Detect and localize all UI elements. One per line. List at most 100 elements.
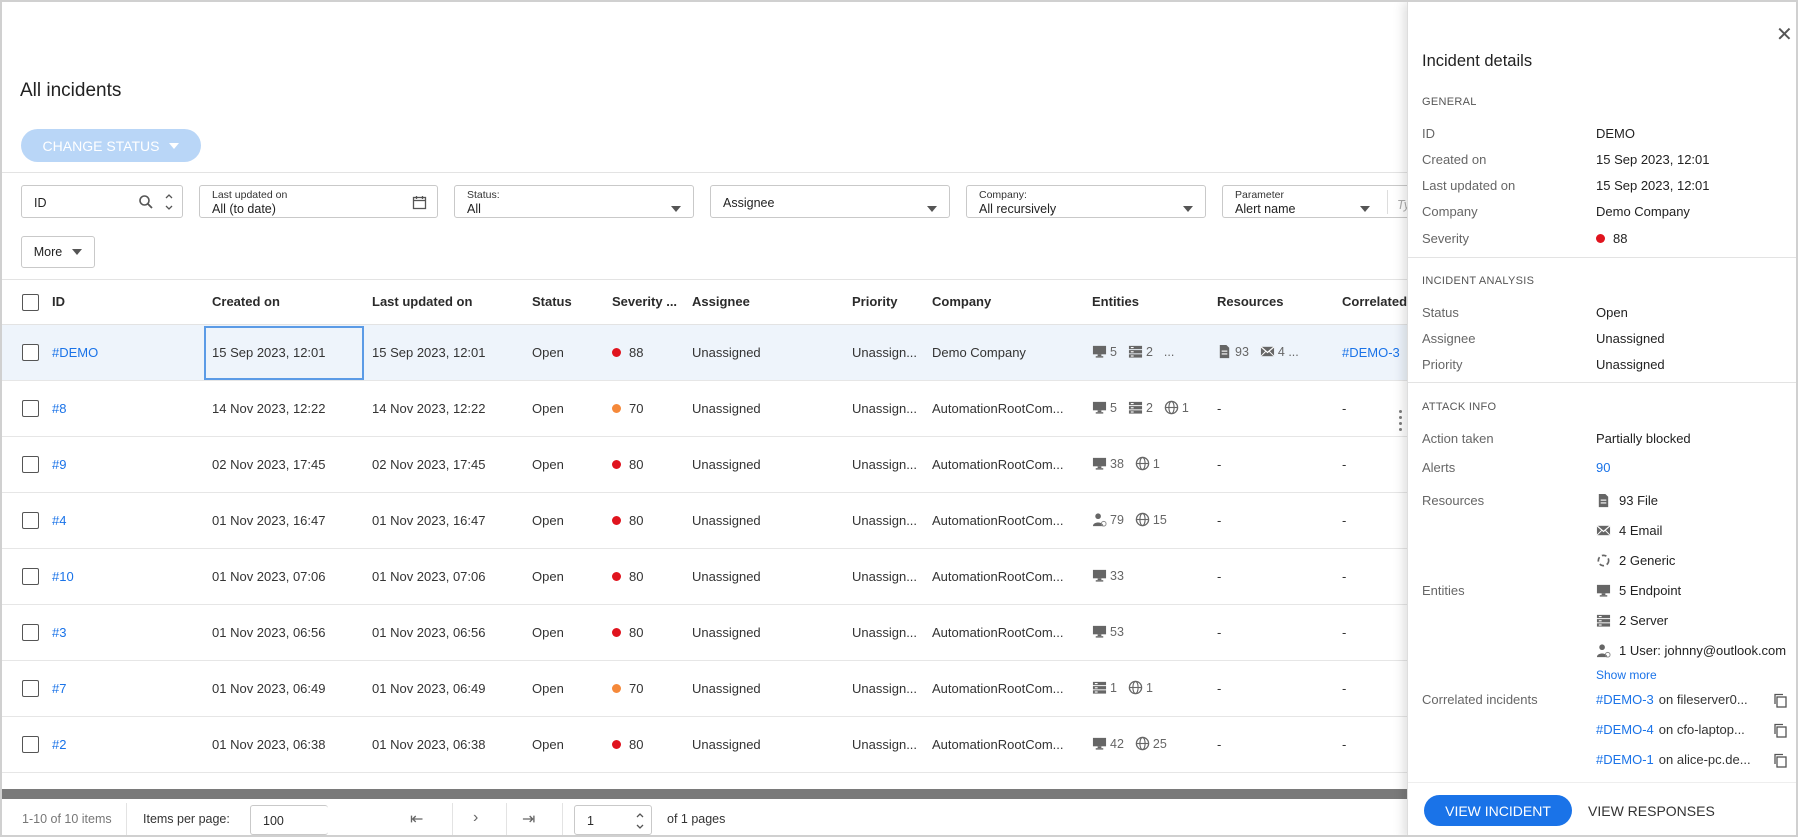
incident-id-link[interactable]: #4	[52, 513, 66, 528]
incident-id-link[interactable]: #7	[52, 681, 66, 696]
created-on-cell: 14 Nov 2023, 12:22	[212, 401, 326, 416]
column-header-updated[interactable]: Last updated on	[372, 294, 472, 309]
table-row[interactable]: #9 02 Nov 2023, 17:45 02 Nov 2023, 17:45 Op…	[2, 437, 1412, 493]
last-updated-filter[interactable]: Last updated on All (to date)	[199, 185, 438, 218]
horizontal-scrollbar[interactable]	[2, 789, 1412, 799]
items-per-page-select[interactable]: 100	[250, 805, 328, 835]
stepper-icon[interactable]	[164, 190, 174, 214]
id-filter-input[interactable]: ID	[21, 185, 183, 218]
correlated-incident-link[interactable]: #DEMO-4	[1596, 722, 1654, 737]
resource-item-text: 4 Email	[1619, 523, 1663, 538]
row-checkbox[interactable]	[22, 624, 39, 641]
view-responses-button[interactable]: VIEW RESPONSES	[1588, 795, 1715, 826]
table-row[interactable]: #3 01 Nov 2023, 06:56 01 Nov 2023, 06:56 Op…	[2, 605, 1412, 661]
section-general: GENERAL	[1422, 96, 1477, 108]
parameter-filter[interactable]: Parameter Alert name Ty	[1222, 185, 1412, 218]
status-filter[interactable]: Status: All	[454, 185, 694, 218]
correlated-cell: -	[1342, 569, 1347, 584]
company-filter[interactable]: Company: All recursively	[966, 185, 1206, 218]
search-icon[interactable]	[138, 194, 154, 210]
row-checkbox[interactable]	[22, 512, 39, 529]
copy-icon[interactable]	[1773, 723, 1787, 738]
incident-id-link[interactable]: #3	[52, 625, 66, 640]
detail-label-assignee: Assignee	[1422, 331, 1476, 346]
copy-icon[interactable]	[1773, 693, 1787, 708]
entities-cell: 11	[1092, 680, 1159, 695]
row-checkbox[interactable]	[22, 680, 39, 697]
more-filters-button[interactable]: More	[21, 236, 95, 268]
panel-footer-divider	[1408, 782, 1796, 783]
table-row[interactable]: #DEMO 15 Sep 2023, 12:01 15 Sep 2023, 12:0…	[2, 325, 1412, 381]
show-more-link[interactable]: Show more	[1596, 668, 1657, 682]
company-cell: AutomationRootCom...	[932, 569, 1064, 584]
column-header-correlated[interactable]: Correlated	[1342, 294, 1407, 309]
table-row[interactable]: #8 14 Nov 2023, 12:22 14 Nov 2023, 12:22 Op…	[2, 381, 1412, 437]
stepper-icon[interactable]	[635, 810, 645, 832]
incident-id-link[interactable]: #9	[52, 457, 66, 472]
status-filter-value: All	[467, 202, 481, 216]
assignee-cell: Unassigned	[692, 457, 761, 472]
detail-value-company: Demo Company	[1596, 204, 1690, 219]
globe-icon	[1128, 680, 1143, 695]
detail-value-created-on: 15 Sep 2023, 12:01	[1596, 152, 1710, 167]
table-row[interactable]: #4 01 Nov 2023, 16:47 01 Nov 2023, 16:47 Op…	[2, 493, 1412, 549]
assignee-filter[interactable]: Assignee	[710, 185, 950, 218]
change-status-button[interactable]: CHANGE STATUS	[21, 129, 201, 162]
correlated-cell: -	[1342, 625, 1347, 640]
row-checkbox[interactable]	[22, 456, 39, 473]
entities-cell: 42 25	[1092, 736, 1173, 751]
next-page-icon[interactable]: ›	[473, 809, 478, 827]
row-checkbox[interactable]	[22, 344, 39, 361]
row-checkbox[interactable]	[22, 400, 39, 417]
priority-cell: Unassign...	[852, 625, 918, 640]
incident-details-panel: ✕ Incident details GENERAL ID DEMO Created…	[1399, 2, 1796, 835]
close-icon[interactable]: ✕	[1776, 22, 1793, 47]
row-checkbox[interactable]	[22, 568, 39, 585]
updated-on-cell: 01 Nov 2023, 06:56	[372, 625, 486, 640]
table-row[interactable]: #10 01 Nov 2023, 07:06 01 Nov 2023, 07:06 O…	[2, 549, 1412, 605]
severity-value: 80	[629, 569, 644, 584]
last-page-icon[interactable]: ⇥	[522, 809, 535, 829]
status-cell: Open	[532, 681, 564, 696]
incident-id-link[interactable]: #10	[52, 569, 74, 584]
status-cell: Open	[532, 625, 564, 640]
entity-count: 1	[1092, 680, 1117, 695]
entity-count: ...	[1164, 345, 1174, 359]
column-header-status[interactable]: Status	[532, 294, 572, 309]
correlated-incident-link[interactable]: #DEMO-1	[1596, 752, 1654, 767]
view-incident-button[interactable]: VIEW INCIDENT	[1424, 795, 1572, 826]
first-page-icon[interactable]: ⇤	[410, 809, 423, 829]
updated-on-cell: 01 Nov 2023, 06:49	[372, 681, 486, 696]
panel-resize-handle[interactable]	[1399, 410, 1403, 431]
select-all-checkbox[interactable]	[22, 294, 39, 311]
page-number-input[interactable]: 1	[574, 805, 652, 835]
incident-id-link[interactable]: #2	[52, 737, 66, 752]
severity-dot-icon	[612, 628, 621, 637]
correlated-incident-link[interactable]: #DEMO-3	[1596, 692, 1654, 707]
monitor-icon	[1092, 400, 1107, 415]
row-checkbox[interactable]	[22, 736, 39, 753]
incident-id-link[interactable]: #8	[52, 401, 66, 416]
page-title: All incidents	[20, 80, 122, 101]
table-row[interactable]: #7 01 Nov 2023, 06:49 01 Nov 2023, 06:49 Op…	[2, 661, 1412, 717]
column-header-priority[interactable]: Priority	[852, 294, 898, 309]
incident-id-link[interactable]: #DEMO	[52, 345, 98, 360]
correlated-cell[interactable]: #DEMO-3	[1342, 345, 1400, 360]
column-header-company[interactable]: Company	[932, 294, 991, 309]
column-header-resources[interactable]: Resources	[1217, 294, 1283, 309]
column-header-id[interactable]: ID	[52, 294, 65, 309]
monitor-icon	[1092, 344, 1107, 359]
company-cell: AutomationRootCom...	[932, 625, 1064, 640]
entities-cell: 5 2 1	[1092, 400, 1195, 415]
detail-value-action-taken: Partially blocked	[1596, 431, 1691, 446]
detail-value-severity: 88	[1596, 231, 1627, 246]
column-header-assignee[interactable]: Assignee	[692, 294, 750, 309]
calendar-icon[interactable]	[412, 195, 427, 210]
alerts-link[interactable]: 90	[1596, 460, 1610, 475]
table-row[interactable]: #2 01 Nov 2023, 06:38 01 Nov 2023, 06:38 Op…	[2, 717, 1412, 773]
copy-icon[interactable]	[1773, 753, 1787, 768]
column-header-entities[interactable]: Entities	[1092, 294, 1139, 309]
column-header-created[interactable]: Created on	[212, 294, 280, 309]
entity-count-value: ...	[1163, 344, 1175, 359]
column-header-severity[interactable]: Severity ...	[612, 294, 677, 309]
